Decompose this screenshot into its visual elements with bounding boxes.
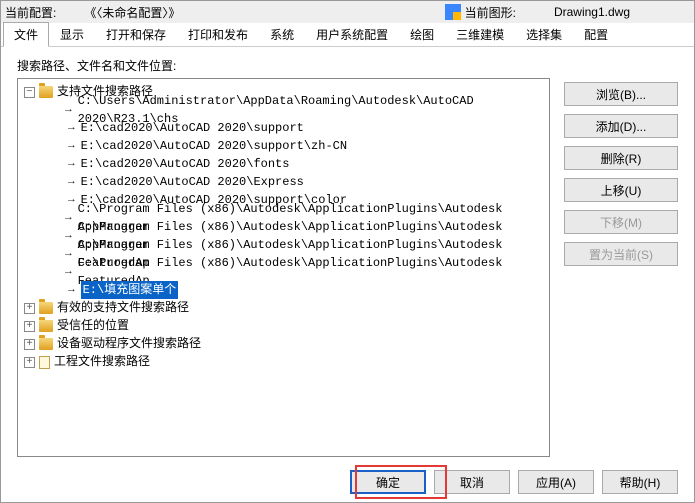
arrow-icon: →	[65, 209, 72, 227]
tree-label: 设备驱动程序文件搜索路径	[57, 335, 201, 353]
tree-path: E:\cad2020\AutoCAD 2020\support	[81, 119, 304, 137]
tab-8[interactable]: 选择集	[515, 22, 573, 46]
arrow-icon: →	[65, 227, 72, 245]
autocad-icon	[445, 4, 461, 20]
arrow-icon: →	[68, 137, 75, 155]
dialog-header: 当前配置: 《〈未命名配置〉》 当前图形: Drawing1.dwg	[1, 1, 694, 23]
tree-row[interactable]: + 受信任的位置	[20, 317, 547, 335]
tab-9[interactable]: 配置	[573, 22, 619, 46]
path-tree[interactable]: −支持文件搜索路径→C:\Users\Administrator\AppData…	[17, 78, 550, 457]
tree-label: 受信任的位置	[57, 317, 129, 335]
folder-icon	[39, 320, 53, 332]
toggle-expand-icon[interactable]: +	[24, 321, 35, 332]
options-dialog: 当前配置: 《〈未命名配置〉》 当前图形: Drawing1.dwg 文件显示打…	[0, 0, 695, 503]
arrow-icon: →	[68, 281, 75, 299]
add-button[interactable]: 添加(D)...	[564, 114, 678, 138]
toggle-collapse-icon[interactable]: −	[24, 87, 35, 98]
tab-0[interactable]: 文件	[3, 22, 49, 47]
folder-icon	[39, 338, 53, 350]
remove-button[interactable]: 删除(R)	[564, 146, 678, 170]
browse-button[interactable]: 浏览(B)...	[564, 82, 678, 106]
folder-icon	[39, 302, 53, 314]
cancel-button[interactable]: 取消	[434, 470, 510, 494]
tree-row[interactable]: →C:\Users\Administrator\AppData\Roaming\…	[20, 101, 547, 119]
drawing-label: 当前图形:	[465, 4, 516, 21]
tab-4[interactable]: 系统	[259, 22, 305, 46]
tab-5[interactable]: 用户系统配置	[305, 22, 399, 46]
set-current-button: 置为当前(S)	[564, 242, 678, 266]
move-down-button: 下移(M)	[564, 210, 678, 234]
drawing-value: Drawing1.dwg	[554, 5, 630, 19]
arrow-icon: →	[65, 245, 72, 263]
move-up-button[interactable]: 上移(U)	[564, 178, 678, 202]
tree-row[interactable]: + 设备驱动程序文件搜索路径	[20, 335, 547, 353]
tab-bar: 文件显示打开和保存打印和发布系统用户系统配置绘图三维建模选择集配置	[1, 23, 694, 47]
arrow-icon: →	[68, 191, 75, 209]
section-label: 搜索路径、文件名和文件位置:	[17, 57, 678, 74]
tree-row[interactable]: + 工程文件搜索路径	[20, 353, 547, 371]
tree-row[interactable]: → E:\cad2020\AutoCAD 2020\support\zh-CN	[20, 137, 547, 155]
config-label: 当前配置:	[5, 4, 56, 21]
tab-7[interactable]: 三维建模	[445, 22, 515, 46]
tab-6[interactable]: 绘图	[399, 22, 445, 46]
toggle-expand-icon[interactable]: +	[24, 303, 35, 314]
toggle-expand-icon[interactable]: +	[24, 339, 35, 350]
config-value: 《〈未命名配置〉》	[84, 4, 180, 21]
side-button-column: 浏览(B)... 添加(D)... 删除(R) 上移(U) 下移(M) 置为当前…	[564, 78, 678, 457]
arrow-icon: →	[65, 263, 72, 281]
arrow-icon: →	[68, 173, 75, 191]
tree-path-selected: E:\填充图案单个	[81, 281, 179, 299]
tab-3[interactable]: 打印和发布	[177, 22, 259, 46]
folder-icon	[39, 86, 53, 98]
tree-row[interactable]: → E:\cad2020\AutoCAD 2020\fonts	[20, 155, 547, 173]
tab-1[interactable]: 显示	[49, 22, 95, 46]
footer-buttons: 确定 取消 应用(A) 帮助(H)	[350, 470, 678, 494]
arrow-icon: →	[68, 155, 75, 173]
tree-row[interactable]: →C:\Program Files (x86)\Autodesk\Applica…	[20, 263, 547, 281]
tree-row[interactable]: → E:\cad2020\AutoCAD 2020\Express	[20, 173, 547, 191]
tree-path: E:\cad2020\AutoCAD 2020\fonts	[81, 155, 290, 173]
tree-row[interactable]: + 有效的支持文件搜索路径	[20, 299, 547, 317]
ok-button[interactable]: 确定	[350, 470, 426, 494]
apply-button[interactable]: 应用(A)	[518, 470, 594, 494]
doc-icon	[39, 356, 50, 369]
help-button[interactable]: 帮助(H)	[602, 470, 678, 494]
tab-content: 搜索路径、文件名和文件位置: −支持文件搜索路径→C:\Users\Admini…	[1, 47, 694, 462]
tree-path: E:\cad2020\AutoCAD 2020\support\zh-CN	[81, 137, 347, 155]
arrow-icon: →	[68, 119, 75, 137]
tree-label: 工程文件搜索路径	[54, 353, 150, 371]
tab-2[interactable]: 打开和保存	[95, 22, 177, 46]
tree-label: 有效的支持文件搜索路径	[57, 299, 189, 317]
tree-path: E:\cad2020\AutoCAD 2020\Express	[81, 173, 304, 191]
arrow-icon: →	[65, 101, 72, 119]
toggle-expand-icon[interactable]: +	[24, 357, 35, 368]
